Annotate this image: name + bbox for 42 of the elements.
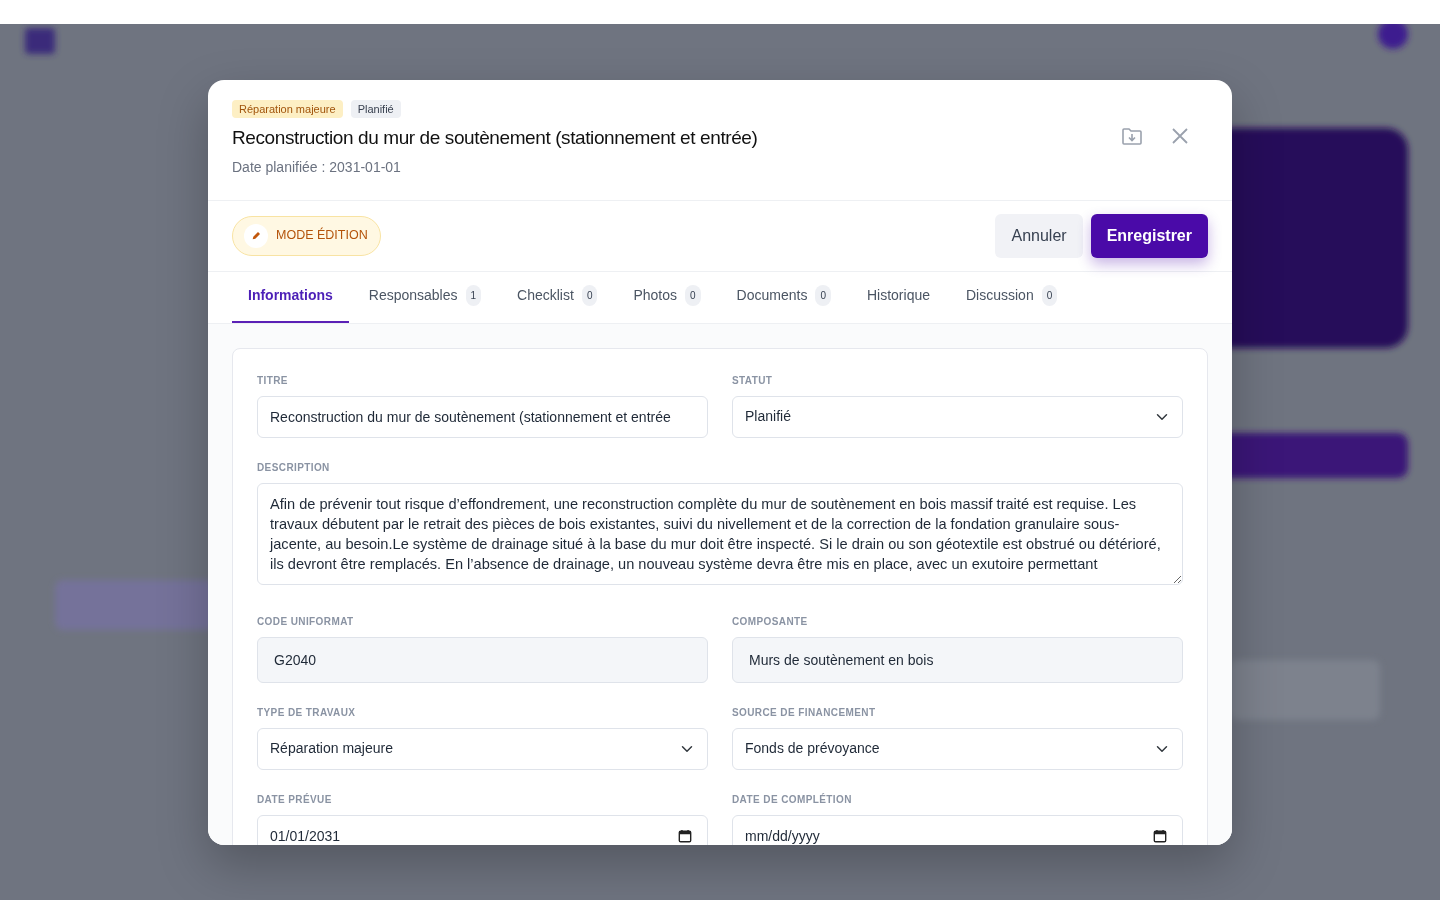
- tab[interactable]: Discussion 0: [950, 271, 1074, 323]
- tab[interactable]: Responsables 1: [352, 271, 498, 323]
- edit-mode-pill: MODE ÉDITION: [232, 215, 381, 256]
- type-tag: Réparation majeure: [232, 100, 343, 119]
- cancel-button[interactable]: Annuler: [995, 213, 1083, 258]
- field-label: STATUT: [732, 373, 774, 388]
- logo-icon: [25, 28, 55, 54]
- field-label: CODE UNIFORMAT: [257, 614, 355, 629]
- count-badge: 0: [581, 284, 598, 306]
- input-field[interactable]: Murs de soutènement en bois: [732, 636, 1183, 683]
- count-badge: 1: [465, 284, 482, 306]
- pencil-icon: [244, 223, 268, 248]
- textarea-field[interactable]: Afin de prévenir tout risque d’effondrement, une reconstruction complète du mur de soutènement en bois massif traité est requise. Les travaux débutent par le retrait des pièces de bois existantes, suivi du nivellement et de la correction de la fondation granulaire sous-jacente, au besoin.Le système de drainage situé à la base du mur doit être inspecté. Si le drain ou son géotextile est obstrué ou détérioré, ils devront être remplacés. En l’absence de drainage, un nouveau système devra être mis en place, avec un exutoire permettant: [257, 482, 1183, 585]
- count-badge: 0: [1041, 284, 1058, 306]
- field-label: SOURCE DE FINANCEMENT: [732, 705, 877, 720]
- date-field[interactable]: mm/dd/yyyy: [732, 814, 1183, 845]
- field-label: TYPE DE TRAVAUX: [257, 705, 357, 720]
- field-label: DESCRIPTION: [257, 460, 331, 475]
- count-badge: 0: [685, 284, 701, 306]
- tab[interactable]: Photos 0: [617, 271, 717, 323]
- field-label: TITRE: [257, 373, 289, 388]
- select-field[interactable]: Planifié: [732, 395, 1183, 438]
- date-field[interactable]: 01/01/2031: [257, 814, 708, 845]
- tab[interactable]: Checklist 0: [501, 271, 614, 323]
- count-badge: 0: [815, 284, 831, 306]
- calendar-icon[interactable]: [678, 828, 692, 843]
- select-field[interactable]: Réparation majeure: [257, 727, 708, 770]
- input-field[interactable]: G2040: [257, 636, 708, 683]
- calendar-icon[interactable]: [1153, 828, 1167, 843]
- save-button[interactable]: Enregistrer: [1090, 213, 1208, 258]
- planned-date: Date planifiée : 2031-01-01: [232, 157, 402, 177]
- field-label: COMPOSANTE: [732, 614, 809, 629]
- modal-title: Reconstruction du mur de soutènement (stationnement et entrée): [232, 126, 758, 151]
- tab[interactable]: Informations: [232, 271, 349, 323]
- input-field[interactable]: Reconstruction du mur de soutènement (stationnement et entrée: [257, 395, 708, 438]
- field-label: DATE PRÉVUE: [257, 792, 333, 807]
- status-tag: Planifié: [350, 100, 401, 119]
- field-label: DATE DE COMPLÉTION: [732, 792, 853, 807]
- tab[interactable]: Documents 0: [720, 271, 847, 323]
- avatar-icon: [1378, 24, 1408, 49]
- select-field[interactable]: Fonds de prévoyance: [732, 727, 1183, 770]
- tab[interactable]: Historique: [850, 271, 946, 323]
